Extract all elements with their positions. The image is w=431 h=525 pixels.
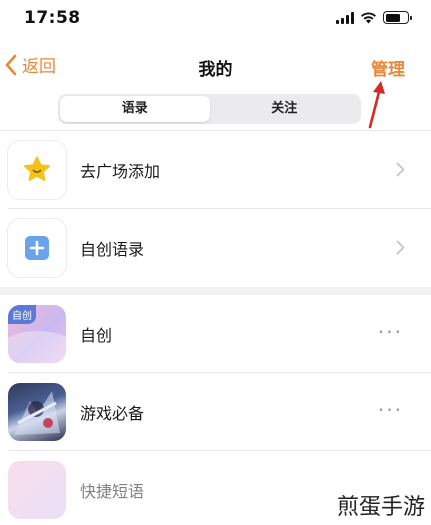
game-character-cover-icon	[8, 383, 66, 441]
status-time: 17:58	[24, 8, 81, 28]
list-item-game-essentials[interactable]: 游戏必备 ···	[0, 373, 431, 451]
list-item-label: 自创语录	[80, 240, 145, 259]
tab-following[interactable]: 关注	[210, 96, 360, 122]
list-item-zichuang[interactable]: 自创 自创 ···	[0, 295, 431, 373]
chevron-right-icon	[396, 162, 405, 177]
watermark: 煎蛋手游	[336, 495, 425, 520]
status-icons	[336, 11, 412, 24]
list-item-label: 快捷短语	[80, 482, 145, 501]
list-item-label: 自创	[80, 326, 113, 345]
more-options-icon[interactable]: ···	[378, 322, 403, 342]
battery-fill	[385, 13, 401, 22]
page-title: 我的	[198, 60, 233, 80]
plus-square-icon	[25, 236, 49, 260]
star-tile	[8, 141, 66, 199]
signal-icon	[336, 11, 354, 24]
annotation-arrow-icon	[368, 81, 385, 129]
pastel-cover-icon: 自创	[8, 305, 66, 363]
status-bar: 17:58	[0, 0, 431, 36]
star-icon	[24, 156, 50, 181]
plus-tile	[8, 219, 66, 277]
list-item-label: 游戏必备	[80, 404, 145, 423]
list-item-label: 去广场添加	[80, 162, 161, 181]
cover-badge: 自创	[8, 305, 36, 324]
wifi-icon	[361, 12, 376, 24]
list-item-add-from-square[interactable]: 去广场添加	[0, 131, 431, 209]
battery-icon	[383, 11, 412, 24]
quick-actions-list: 去广场添加 自创语录	[0, 131, 431, 287]
section-gap	[0, 287, 431, 295]
segmented-control: 语录 关注	[58, 94, 361, 124]
manage-button[interactable]: 管理	[371, 55, 405, 80]
list-item-custom-quotes[interactable]: 自创语录	[0, 209, 431, 287]
chevron-right-icon	[396, 240, 405, 255]
pastel-cover-icon	[8, 461, 66, 519]
more-options-icon[interactable]: ···	[378, 400, 403, 420]
tab-quotes[interactable]: 语录	[60, 96, 210, 122]
